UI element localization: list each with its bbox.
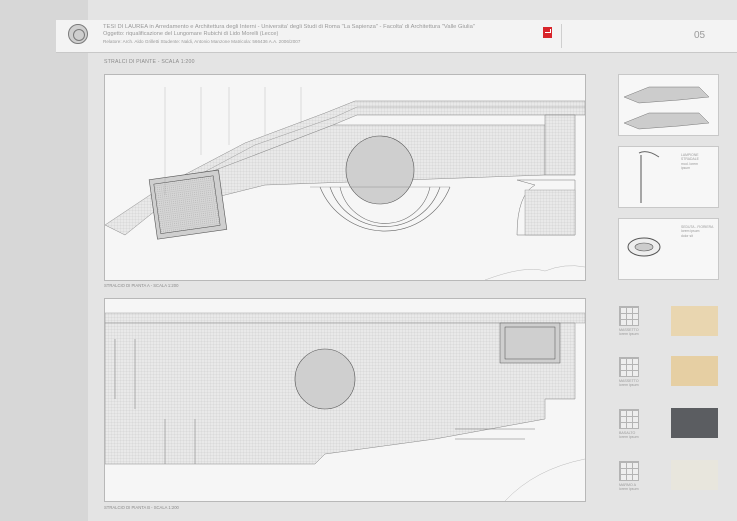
page-number: 05 bbox=[694, 30, 706, 41]
material-grid-icon bbox=[619, 461, 639, 481]
material-grid-icon bbox=[619, 409, 639, 429]
street-lamp-detail: LAMPIONE STRADALE mod. lorem ipsum bbox=[618, 146, 719, 208]
bench-planter-detail: SEDUTA - FIORIERA lorem ipsum dolor sit bbox=[618, 218, 719, 280]
plan-a-drawing bbox=[104, 74, 586, 281]
authors-line: Relatore: Arch. Aldo Grilletti Studente:… bbox=[103, 39, 301, 44]
project-subject: Oggetto: riqualificazione del Lungomare … bbox=[103, 31, 279, 37]
header-divider bbox=[561, 24, 562, 48]
bench-planter-text: SEDUTA - FIORIERA lorem ipsum dolor sit bbox=[681, 225, 714, 238]
left-margin-band bbox=[0, 0, 88, 521]
material-grid-icon bbox=[619, 306, 639, 326]
material-label: MASSETTO lorem ipsum bbox=[619, 379, 639, 388]
material-swatch bbox=[671, 356, 718, 386]
drawing-sheet: TESI DI LAUREA in Arredamento e Architet… bbox=[0, 0, 737, 521]
key-plan-thumbnail bbox=[618, 74, 719, 136]
material-label: MASSETTO lorem ipsum bbox=[619, 328, 639, 337]
plan-b-caption: STRALCIO DI PIANTA B - SCALA 1:200 bbox=[104, 505, 179, 510]
university-seal-icon bbox=[68, 24, 88, 44]
street-lamp-text: LAMPIONE STRADALE mod. lorem ipsum bbox=[681, 153, 699, 171]
plan-b-drawing bbox=[104, 298, 586, 502]
material-grid-icon bbox=[619, 357, 639, 377]
section-title: STRALCI DI PIANTE - SCALA 1:200 bbox=[104, 59, 195, 65]
plan-a-caption: STRALCIO DI PIANTA A - SCALA 1:200 bbox=[104, 283, 179, 288]
material-swatch bbox=[671, 460, 718, 490]
material-swatch bbox=[671, 408, 718, 438]
material-label: MARMO A lorem ipsum bbox=[619, 483, 639, 492]
faculty-logo-icon bbox=[543, 27, 552, 38]
material-swatch bbox=[671, 306, 718, 336]
thesis-title: TESI DI LAUREA in Arredamento e Architet… bbox=[103, 24, 475, 30]
material-label: BASALTO lorem ipsum bbox=[619, 431, 639, 440]
